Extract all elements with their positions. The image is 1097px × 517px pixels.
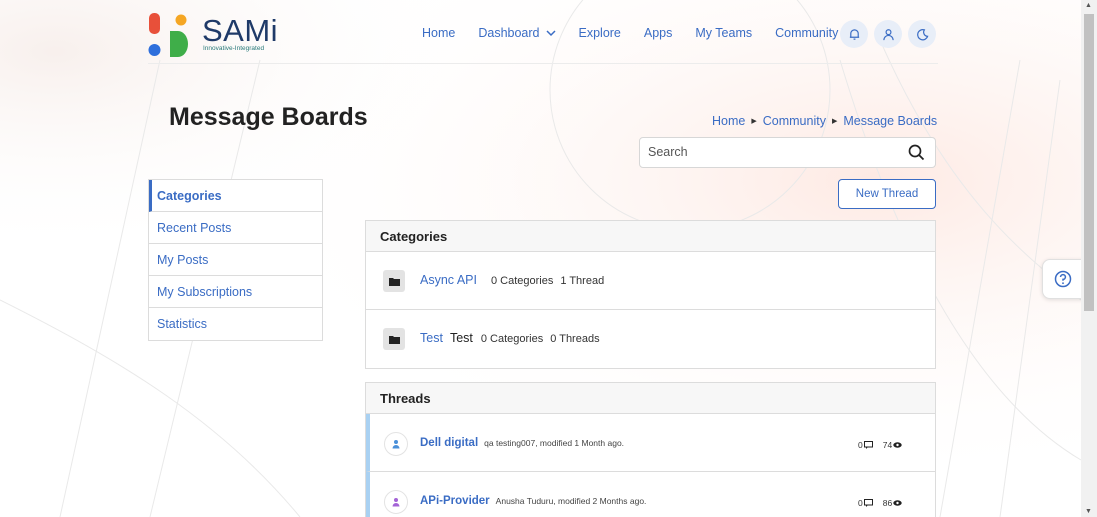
scroll-up-arrow-icon[interactable]: ▲ bbox=[1085, 2, 1092, 9]
eye-icon bbox=[893, 500, 902, 506]
category-info: Test Test 0 Categories 0 Threads bbox=[420, 331, 607, 345]
scroll-down-arrow-icon[interactable]: ▼ bbox=[1085, 508, 1092, 515]
breadcrumb-message-boards[interactable]: Message Boards bbox=[843, 114, 937, 128]
sidebar-item-my-subscriptions[interactable]: My Subscriptions bbox=[149, 276, 322, 308]
reply-count: 0 bbox=[858, 498, 873, 508]
threads-panel: Threads Dell digital qa testing007, modi… bbox=[365, 382, 936, 517]
main-nav: Home Dashboard Explore Apps My Teams Com… bbox=[422, 26, 877, 40]
avatar bbox=[384, 490, 408, 514]
category-subcategory-count: 0 Categories bbox=[480, 333, 544, 345]
chevron-down-icon bbox=[545, 29, 556, 36]
threads-heading: Threads bbox=[366, 383, 935, 414]
eye-icon bbox=[893, 442, 902, 448]
nav-dashboard[interactable]: Dashboard bbox=[478, 26, 556, 40]
reply-count-value: 0 bbox=[858, 440, 863, 450]
nav-explore-label: Explore bbox=[578, 26, 621, 40]
thread-info: APi-Provider Anusha Tuduru, modified 2 M… bbox=[420, 495, 646, 507]
logo-mark-icon bbox=[148, 13, 188, 57]
theme-toggle-button[interactable] bbox=[908, 20, 936, 48]
nav-apps[interactable]: Apps bbox=[644, 26, 673, 40]
reply-count: 0 bbox=[858, 440, 873, 450]
category-info: Async API 0 Categories 1 Thread bbox=[420, 273, 611, 287]
nav-home[interactable]: Home bbox=[422, 26, 455, 40]
thread-row: Dell digital qa testing007, modified 1 M… bbox=[366, 414, 935, 472]
comment-icon bbox=[863, 441, 873, 449]
top-header: SAMi Innovative-Integrated Home Dashboar… bbox=[148, 6, 938, 64]
thread-stats: 0 74 bbox=[858, 440, 912, 450]
page-title: Message Boards bbox=[169, 103, 368, 131]
new-thread-button[interactable]: New Thread bbox=[838, 179, 936, 209]
categories-panel: Categories Async API 0 Categories 1 Thre… bbox=[365, 220, 936, 369]
category-name-link[interactable]: Test bbox=[420, 331, 443, 345]
reply-count-value: 0 bbox=[858, 498, 863, 508]
sami-logo[interactable]: SAMi Innovative-Integrated bbox=[148, 9, 288, 59]
sidebar-item-recent-posts[interactable]: Recent Posts bbox=[149, 212, 322, 244]
view-count-value: 86 bbox=[882, 498, 893, 508]
category-thread-count: 1 Thread bbox=[560, 275, 605, 287]
categories-heading: Categories bbox=[366, 221, 935, 252]
search-icon[interactable] bbox=[908, 144, 925, 161]
thread-meta: Anusha Tuduru, modified 2 Months ago. bbox=[495, 496, 647, 506]
page: SAMi Innovative-Integrated Home Dashboar… bbox=[0, 0, 1081, 517]
profile-button[interactable] bbox=[874, 20, 902, 48]
help-button[interactable] bbox=[1042, 259, 1084, 299]
thread-row: APi-Provider Anusha Tuduru, modified 2 M… bbox=[366, 472, 935, 517]
thread-stats: 0 86 bbox=[858, 498, 912, 508]
nav-home-label: Home bbox=[422, 26, 456, 40]
vertical-scrollbar[interactable]: ▲ ▼ bbox=[1081, 0, 1097, 517]
nav-my-teams[interactable]: My Teams bbox=[695, 26, 752, 40]
moon-icon bbox=[916, 28, 928, 40]
caret-right-icon: ▶ bbox=[751, 118, 757, 125]
comment-icon bbox=[863, 499, 873, 507]
breadcrumb: Home ▶ Community ▶ Message Boards bbox=[712, 114, 937, 128]
breadcrumb-community[interactable]: Community bbox=[763, 114, 826, 128]
nav-explore[interactable]: Explore bbox=[579, 26, 621, 40]
category-description: Test bbox=[449, 331, 473, 345]
thread-info: Dell digital qa testing007, modified 1 M… bbox=[420, 437, 624, 449]
sidebar-item-categories[interactable]: Categories bbox=[149, 180, 322, 212]
sidebar-item-my-posts[interactable]: My Posts bbox=[149, 244, 322, 276]
notifications-button[interactable] bbox=[840, 20, 868, 48]
view-count: 86 bbox=[883, 498, 902, 508]
view-count-value: 74 bbox=[882, 440, 893, 450]
user-avatar-icon bbox=[392, 440, 400, 449]
avatar bbox=[384, 432, 408, 456]
search-input[interactable] bbox=[648, 145, 888, 159]
category-thread-count: 0 Threads bbox=[550, 333, 600, 345]
brand-name: SAMi bbox=[202, 13, 279, 48]
category-row: Async API 0 Categories 1 Thread bbox=[366, 252, 935, 310]
category-row: Test Test 0 Categories 0 Threads bbox=[366, 310, 935, 368]
view-count: 74 bbox=[883, 440, 902, 450]
bell-icon bbox=[849, 28, 859, 40]
category-name-link[interactable]: Async API bbox=[420, 273, 477, 287]
nav-apps-label: Apps bbox=[643, 26, 673, 40]
scrollbar-thumb[interactable] bbox=[1084, 14, 1094, 311]
category-subcategory-count: 0 Categories bbox=[490, 275, 554, 287]
sidebar-item-statistics[interactable]: Statistics bbox=[149, 308, 322, 340]
search-box bbox=[639, 137, 936, 168]
user-avatar-icon bbox=[392, 498, 400, 507]
question-circle-icon bbox=[1054, 270, 1072, 288]
nav-community-label: Community bbox=[775, 26, 839, 40]
sidebar: Categories Recent Posts My Posts My Subs… bbox=[148, 179, 323, 341]
thread-meta: qa testing007, modified 1 Month ago. bbox=[484, 438, 625, 448]
caret-right-icon: ▶ bbox=[831, 118, 838, 125]
thread-title-link[interactable]: Dell digital bbox=[420, 437, 478, 449]
thread-title-link[interactable]: APi-Provider bbox=[420, 495, 490, 507]
user-icon bbox=[882, 28, 894, 40]
breadcrumb-home[interactable]: Home bbox=[712, 114, 745, 128]
nav-dashboard-label: Dashboard bbox=[478, 26, 540, 40]
folder-icon bbox=[383, 328, 405, 350]
folder-icon bbox=[383, 270, 405, 292]
brand-tagline: Innovative-Integrated bbox=[203, 45, 265, 52]
nav-my-teams-label: My Teams bbox=[695, 26, 753, 40]
